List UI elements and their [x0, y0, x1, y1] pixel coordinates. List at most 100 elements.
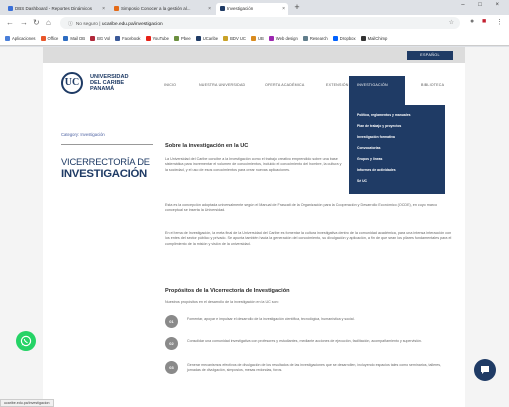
bookmark-item[interactable]: MailChimp: [360, 36, 388, 42]
chat-icon[interactable]: [474, 359, 496, 381]
language-button[interactable]: ESPAÑOL: [407, 51, 453, 60]
section2-intro: Nuestros propósitos en el desarrollo de …: [165, 300, 279, 304]
bookmark-item[interactable]: YouTube: [145, 36, 169, 42]
window-controls[interactable]: – □ ×: [461, 2, 505, 8]
bookmark-label: Web design: [275, 36, 298, 41]
bookmark-label: YouTube: [152, 36, 169, 41]
bookmark-label: Pbee: [180, 36, 191, 41]
info-icon[interactable]: ⓘ: [68, 22, 73, 27]
tab-title: DBS Dashboard - Reportes Dinámicos: [15, 6, 93, 11]
bookmark-label: Aplicaciones: [12, 36, 36, 41]
university-logo[interactable]: UC: [61, 72, 83, 94]
url-text: ucaribe.edu.pa/investigacion: [101, 22, 163, 27]
nav-biblioteca[interactable]: BIBLIOTECA: [421, 83, 444, 87]
nav-inicio[interactable]: INICIO: [164, 83, 176, 87]
banner-line-2: INVESTIGACIÓN: [61, 168, 147, 180]
bookmark-item[interactable]: Office: [40, 36, 59, 42]
bookmark-item[interactable]: Facebook: [115, 36, 141, 42]
favicon: [114, 6, 119, 12]
bookmark-item[interactable]: Dropbox: [332, 36, 356, 42]
whatsapp-icon[interactable]: [16, 331, 36, 351]
section1-paragraph-1: La Universidad del Caribe concibe a la I…: [165, 157, 342, 172]
bookmark-item[interactable]: Pbee: [173, 36, 191, 42]
extension-icon[interactable]: ●: [470, 18, 474, 25]
bookmark-label: BDV UC: [230, 36, 246, 41]
back-icon[interactable]: ←: [6, 18, 14, 27]
objective-text: Fomentar, apoyar e impulsar el desarroll…: [187, 317, 355, 321]
bookmark-item[interactable]: Aplicaciones: [5, 36, 36, 42]
objective-number: 02: [165, 337, 178, 350]
bookmark-item[interactable]: BDV UC: [223, 36, 246, 42]
banner-line-1: VICERRECTORÍA DE: [61, 156, 150, 167]
browser-tab-1[interactable]: DBS Dashboard - Reportes Dinámicos ×: [4, 3, 108, 15]
nav-oferta-academica[interactable]: OFERTA ACADÉMICA: [265, 83, 304, 87]
university-name-line: PANAMÁ: [90, 86, 115, 92]
bookmark-icon: [250, 36, 256, 42]
browser-chrome: DBS Dashboard - Reportes Dinámicos × Simp…: [0, 0, 509, 47]
bookmark-item[interactable]: Research: [302, 36, 328, 42]
objective-text: Consolidar una comunidad investigativa c…: [187, 339, 422, 343]
bookmark-label: UCaribe: [202, 36, 219, 41]
favicon: [8, 6, 13, 12]
bookmark-icon: [332, 36, 338, 42]
bookmark-item[interactable]: Web design: [268, 36, 298, 42]
bookmark-label: Office: [47, 36, 59, 41]
site-header: UC UNIVERSIDAD DEL CARIBE PANAMÁ INICIO …: [43, 63, 465, 105]
bookmark-label: Dropbox: [339, 36, 356, 41]
bookmark-icon: [145, 36, 151, 42]
section-heading: Sobre la investigación en la UC: [165, 143, 249, 149]
bookmark-item[interactable]: Mail DB: [63, 36, 86, 42]
banner-rule: [61, 144, 153, 154]
address-bar[interactable]: ⓘ No seguro | ucaribe.edu.pa/investigacio…: [60, 17, 460, 29]
bookmark-icon: [268, 36, 274, 42]
nav-investigacion[interactable]: INVESTIGACIÓN: [349, 76, 405, 105]
reload-icon[interactable]: ↻: [33, 18, 40, 27]
new-tab-button[interactable]: +: [292, 3, 302, 13]
chat-bubble-glyph: [481, 366, 489, 374]
tab-title: Investigación: [227, 6, 254, 11]
bookmark-label: Facebook: [122, 36, 141, 41]
bookmark-label: MailChimp: [367, 36, 388, 41]
nav-extension[interactable]: EXTENSIÓN: [326, 83, 349, 87]
nav-nuestra-universidad[interactable]: NUESTRA UNIVERSIDAD: [199, 83, 245, 87]
menu-icon[interactable]: ⋮: [496, 18, 503, 26]
bookmark-item[interactable]: BG Vol: [90, 36, 110, 42]
star-icon[interactable]: ☆: [449, 19, 454, 26]
bookmark-icon: [40, 36, 46, 42]
close-icon[interactable]: ×: [282, 6, 285, 12]
home-icon[interactable]: ⌂: [46, 18, 51, 27]
close-icon[interactable]: ×: [208, 6, 211, 12]
browser-tab-3[interactable]: Investigación ×: [216, 3, 288, 15]
bookmark-item[interactable]: UB: [250, 36, 264, 42]
page-viewport: ESPAÑOL UC UNIVERSIDAD DEL CARIBE PANAMÁ…: [0, 47, 509, 407]
security-label: No seguro: [75, 22, 98, 27]
dropdown-item[interactable]: Sé UC: [357, 179, 445, 190]
browser-tab-2[interactable]: Simposio Conocer a la gestión al... ×: [110, 3, 214, 15]
category-label[interactable]: Category: Investigación: [61, 132, 105, 137]
bookmark-icon: [90, 36, 96, 42]
dropdown-item[interactable]: Informes de actividades: [357, 168, 445, 179]
whatsapp-glyph: [20, 335, 32, 347]
status-bar: ucaribe.edu.pa/investigacion: [0, 399, 54, 407]
site-container: ESPAÑOL UC UNIVERSIDAD DEL CARIBE PANAMÁ…: [43, 47, 465, 407]
bookmark-icon: [195, 36, 201, 42]
forward-icon[interactable]: →: [20, 18, 28, 27]
profile-icon[interactable]: ■: [482, 18, 486, 25]
objective-item: 03 Generar mecanismos efectivos de divul…: [165, 361, 455, 379]
bookmark-label: Mail DB: [70, 36, 86, 41]
dropdown-item[interactable]: Plan de trabajo y proyectos: [357, 124, 445, 135]
dropdown-item[interactable]: Grupos y líneas: [357, 157, 445, 168]
objective-item: 02 Consolidar una comunidad investigativ…: [165, 337, 455, 355]
section2-title: Propósitos de la Vicerrectoría de Invest…: [165, 288, 455, 294]
university-name[interactable]: UNIVERSIDAD DEL CARIBE PANAMÁ: [90, 74, 129, 92]
favicon: [220, 6, 225, 12]
bookmark-icon: [63, 36, 69, 42]
bookmark-icon: [173, 36, 179, 42]
bookmark-icon: [223, 36, 229, 42]
close-icon[interactable]: ×: [102, 6, 105, 12]
bookmark-label: Research: [309, 36, 328, 41]
objective-text: Generar mecanismos efectivos de divulgac…: [187, 363, 442, 373]
bookmark-item[interactable]: UCaribe: [195, 36, 219, 42]
dropdown-item[interactable]: Política, reglamentos y manuales: [357, 113, 445, 124]
browser-toolbar: ← → ↻ ⌂ ⓘ No seguro | ucaribe.edu.pa/inve…: [0, 15, 509, 32]
